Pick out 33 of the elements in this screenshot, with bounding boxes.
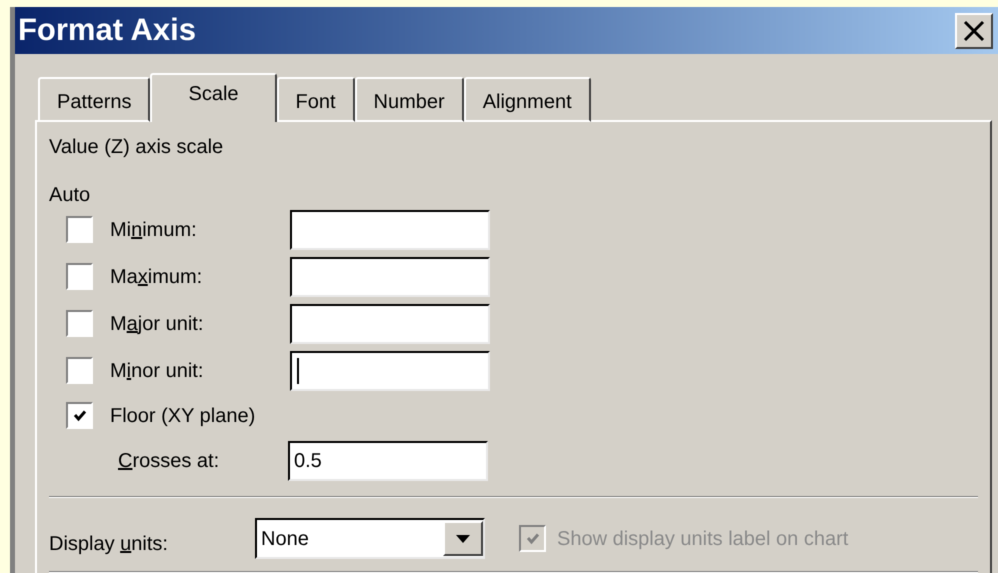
field-label: Minor unit: [110, 358, 204, 384]
checkbox[interactable] [66, 263, 93, 290]
dropdown[interactable]: None [255, 518, 485, 559]
checkbox-label: Show display units label on chart [557, 526, 848, 552]
field-label: Crosses at: [118, 448, 220, 474]
checkbox[interactable] [66, 216, 93, 243]
input-field[interactable]: 0.5 [288, 440, 488, 480]
tab[interactable]: Scale [150, 73, 277, 122]
tab[interactable]: Number [354, 77, 464, 122]
dropdown-button[interactable] [443, 521, 483, 556]
window-title: Format Axis [18, 11, 196, 50]
tab[interactable]: Font [276, 77, 355, 122]
field-label: Floor (XY plane) [110, 404, 256, 428]
input-field[interactable] [290, 210, 490, 250]
checkmark-icon [72, 408, 88, 424]
checkbox[interactable] [66, 310, 93, 337]
close-icon [963, 20, 985, 42]
input-field[interactable] [290, 256, 490, 296]
close-button[interactable] [955, 12, 993, 48]
field-label: Minimum: [110, 218, 198, 242]
checkbox[interactable] [66, 357, 93, 384]
input-field[interactable] [290, 304, 490, 344]
input-field[interactable] [290, 350, 490, 390]
tab[interactable]: Patterns [38, 77, 150, 122]
caret-icon [456, 534, 470, 542]
field-label: Display units: [49, 532, 169, 556]
section-heading: Value (Z) axis scale [49, 135, 224, 160]
group-label: Auto [49, 183, 92, 208]
field-label: Major unit: [110, 312, 204, 336]
tab[interactable]: Alignment [464, 77, 591, 122]
checkbox[interactable] [66, 402, 93, 429]
checkmark-icon [524, 530, 540, 546]
field-label: Maximum: [110, 264, 204, 290]
